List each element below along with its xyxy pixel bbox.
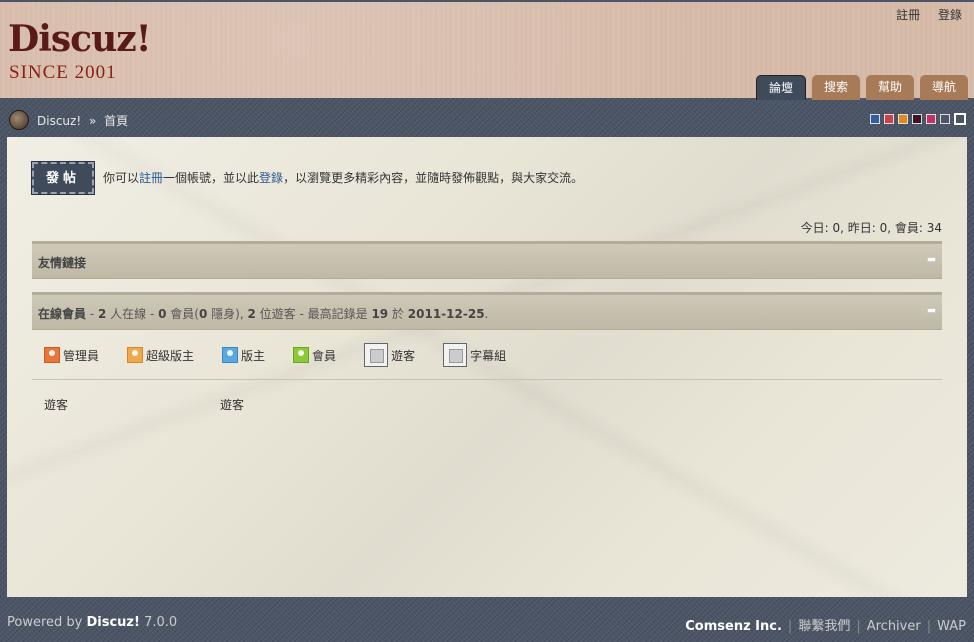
moderator-user-icon <box>222 347 239 363</box>
guest-image-icon <box>364 343 389 367</box>
footer: Powered by Discuz! 7.0.0 Comsenz Inc. | 聯繫… <box>0 612 974 642</box>
site-logo[interactable]: Discuz! <box>8 18 152 60</box>
legend-label: 超級版主 <box>146 348 195 363</box>
online-record-date: 2011-12-25 <box>407 307 485 321</box>
legend-super-moderator: 超級版主 <box>127 347 194 364</box>
legend-label: 會員 <box>312 348 337 363</box>
style-swatch-blue[interactable] <box>870 114 880 124</box>
legend-label: 遊客 <box>391 348 416 363</box>
intro-suffix: ，以瀏覽更多精彩內容，並隨時發佈觀點，與大家交流。 <box>283 171 584 185</box>
wap-link[interactable]: WAP <box>937 619 966 634</box>
friend-links-title: 友情鏈接 <box>38 256 87 270</box>
style-swatch-red[interactable] <box>884 114 894 124</box>
login-link-inline[interactable]: 登錄 <box>259 171 283 185</box>
powered-name[interactable]: Discuz! <box>86 615 139 630</box>
user-group-legend: 管理員 超級版主 版主 會員 遊客 字幕組 <box>44 343 534 367</box>
online-user[interactable]: 遊客 <box>220 396 396 413</box>
header: Discuz! SINCE 2001 註冊 登錄 論壇 搜索 幫助 導航 <box>0 0 974 100</box>
powered-by: Powered by Discuz! 7.0.0 <box>7 615 177 630</box>
online-members-section: 在線會員 - 2 人在線 - 0 會員(0 隱身), 2 位遊客 - 最高記錄是… <box>32 292 942 330</box>
tab-help[interactable]: 幫助 <box>865 75 914 100</box>
tab-navigation[interactable]: 導航 <box>919 75 968 100</box>
divider <box>32 379 942 380</box>
friend-links-section: 友情鏈接 <box>32 241 942 279</box>
online-title[interactable]: 在線會員 <box>38 307 86 321</box>
online-text: 位遊客 - 最高記錄是 <box>255 307 372 321</box>
footer-links: Comsenz Inc. | 聯繫我們 | Archiver | WAP <box>685 619 966 634</box>
forum-stats: 今日: 0, 昨日: 0, 會員: 34 <box>800 221 942 235</box>
legend-label: 版主 <box>241 348 266 363</box>
style-swatch-dark[interactable] <box>912 114 922 124</box>
register-link[interactable]: 註冊 <box>896 8 920 22</box>
super-moderator-user-icon <box>127 347 144 363</box>
breadcrumb-current: 首頁 <box>104 114 129 128</box>
online-text: - <box>86 307 98 321</box>
member-user-icon <box>293 347 310 363</box>
style-swatch-orange[interactable] <box>898 114 908 124</box>
archiver-link[interactable]: Archiver <box>867 619 921 634</box>
online-text: 於 <box>388 307 408 321</box>
style-swatch-pink[interactable] <box>926 114 936 124</box>
main-tabs: 論壇 搜索 幫助 導航 <box>755 75 968 100</box>
breadcrumb-site[interactable]: Discuz! <box>37 114 81 128</box>
intro-prefix: 你可以 <box>103 171 140 185</box>
online-text: . <box>484 307 489 321</box>
intro-mid: 一個帳號，並以此 <box>163 171 260 185</box>
section-title: 友情鏈接 <box>38 254 86 271</box>
logo-tagline: SINCE 2001 <box>9 62 117 83</box>
legend-label: 管理員 <box>63 348 100 363</box>
online-user[interactable]: 遊客 <box>44 396 220 413</box>
online-summary: 在線會員 - 2 人在線 - 0 會員(0 隱身), 2 位遊客 - 最高記錄是… <box>38 305 488 322</box>
tab-search[interactable]: 搜索 <box>811 75 860 100</box>
online-record: 19 <box>371 307 389 321</box>
online-guests-count: 2 <box>247 307 256 321</box>
subtitle-group-image-icon <box>443 343 468 367</box>
legend-subtitle-group: 字幕組 <box>443 343 506 367</box>
main-content: 發帖 你可以註冊一個帳號，並以此登錄，以瀏覽更多精彩內容，並隨時發佈觀點，與大家… <box>7 137 967 597</box>
powered-version: 7.0.0 <box>139 615 178 630</box>
online-text: 會員( <box>166 307 199 321</box>
admin-user-icon <box>44 347 60 363</box>
register-link-inline[interactable]: 註冊 <box>139 171 163 185</box>
legend-admin: 管理員 <box>44 347 99 364</box>
tab-forum[interactable]: 論壇 <box>755 75 806 100</box>
online-user-list: 遊客 遊客 <box>44 396 396 413</box>
style-swatches <box>870 113 966 125</box>
powered-prefix: Powered by <box>7 615 87 630</box>
online-text: 人在線 - <box>106 307 159 321</box>
legend-guest: 遊客 <box>364 343 415 367</box>
online-text: 隱身), <box>207 307 248 321</box>
legend-member: 會員 <box>293 347 336 364</box>
login-link[interactable]: 登錄 <box>938 8 962 22</box>
breadcrumb-separator: » <box>88 114 97 128</box>
top-links: 註冊 登錄 <box>882 6 962 23</box>
breadcrumb-bar: Discuz! » 首頁 <box>0 100 974 136</box>
collapse-icon[interactable] <box>927 308 936 313</box>
breadcrumb: Discuz! » 首頁 <box>37 112 128 129</box>
home-icon[interactable] <box>9 110 29 130</box>
collapse-icon[interactable] <box>927 257 936 262</box>
style-swatch-denim[interactable] <box>940 114 950 124</box>
contact-link[interactable]: 聯繫我們 <box>798 619 850 634</box>
welcome-text: 你可以註冊一個帳號，並以此登錄，以瀏覽更多精彩內容，並隨時發佈觀點，與大家交流。 <box>103 169 583 186</box>
company-link[interactable]: Comsenz Inc. <box>685 619 782 634</box>
new-post-button[interactable]: 發帖 <box>31 161 95 195</box>
legend-moderator: 版主 <box>222 347 265 364</box>
style-swatch-selected[interactable] <box>954 113 966 125</box>
legend-label: 字幕組 <box>470 348 507 363</box>
